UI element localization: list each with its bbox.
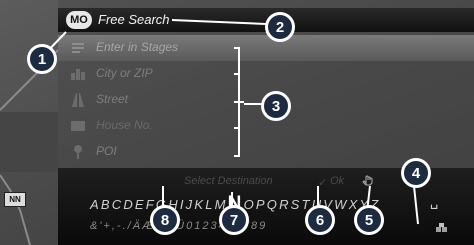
callout-7: 7 — [219, 205, 249, 235]
space-key[interactable]: ␣ — [430, 194, 438, 210]
road-label: NN — [4, 192, 26, 207]
keyboard-ok-hint: Ok — [330, 175, 345, 187]
callout-4: 4 — [401, 158, 431, 188]
callout-2: 2 — [265, 12, 295, 42]
hand-icon — [362, 172, 374, 186]
menu-item-city-or-zip[interactable]: City or ZIP — [58, 61, 474, 87]
house-number-icon — [70, 118, 86, 134]
pin-icon — [70, 144, 86, 160]
menu-item-label: POI — [96, 144, 117, 158]
callout-1: 1 — [27, 44, 57, 74]
search-title: Free Search — [98, 12, 170, 27]
ok-check-icon: ✓ — [318, 177, 328, 189]
callout-5: 5 — [354, 205, 384, 235]
character-set-icon[interactable] — [436, 222, 448, 234]
location-badge: MO — [66, 11, 92, 29]
city-icon — [70, 66, 86, 82]
navigation-screen: NN MO Free Search Enter in Stages City o… — [0, 0, 474, 245]
menu-item-label: House No. — [96, 118, 153, 132]
road-icon — [70, 92, 86, 108]
list-icon — [70, 40, 86, 56]
map-area — [0, 112, 58, 172]
map-road — [0, 174, 31, 245]
menu-bracket — [234, 47, 244, 157]
callout-6: 6 — [305, 205, 335, 235]
keyboard-hint: Select Destination — [184, 175, 273, 187]
menu-item-label: Enter in Stages — [96, 40, 179, 54]
menu-item-enter-in-stages[interactable]: Enter in Stages — [58, 35, 474, 61]
callout-3: 3 — [261, 91, 291, 121]
callout-8: 8 — [150, 205, 180, 235]
menu-item-label: Street — [96, 92, 129, 106]
menu-item-label: City or ZIP — [96, 66, 153, 80]
